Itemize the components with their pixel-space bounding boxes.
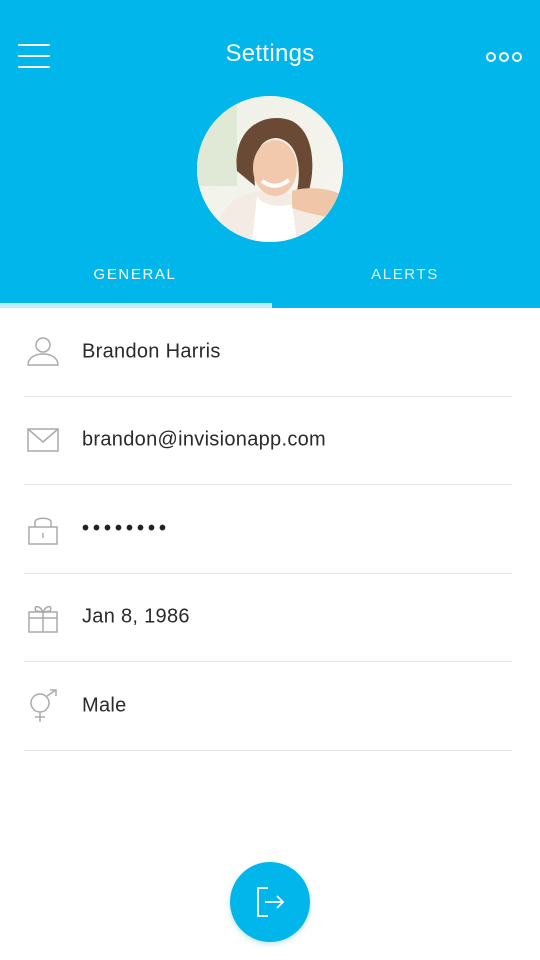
envelope-icon — [27, 428, 59, 452]
user-icon — [27, 337, 59, 366]
tab-general[interactable]: GENERAL — [0, 252, 270, 308]
logout-icon — [257, 887, 285, 917]
birthday-value: Jan 8, 1986 — [82, 605, 190, 628]
tab-bar: GENERAL ALERTS — [0, 252, 540, 308]
header: Settings GENERAL ALERTS — [0, 0, 540, 308]
more-options-icon — [486, 52, 496, 62]
lock-icon — [28, 517, 58, 545]
more-options-icon — [499, 52, 509, 62]
page-title: Settings — [225, 40, 315, 67]
avatar[interactable] — [197, 96, 343, 242]
gender-icon — [30, 689, 57, 722]
birthday-field[interactable]: Jan 8, 1986 — [24, 574, 512, 662]
more-options-icon — [512, 52, 522, 62]
logout-button[interactable] — [230, 862, 310, 942]
password-value: •••••••• — [82, 517, 171, 540]
avatar-photo — [197, 96, 343, 242]
email-field[interactable]: brandon@invisionapp.com — [24, 397, 512, 485]
tab-alerts[interactable]: ALERTS — [270, 252, 540, 308]
settings-list: Brandon Harris brandon@invisionapp.com •… — [24, 308, 512, 751]
password-field[interactable]: •••••••• — [24, 485, 512, 574]
gender-field[interactable]: Male — [24, 662, 512, 751]
name-value: Brandon Harris — [82, 340, 221, 363]
gender-value: Male — [82, 694, 127, 717]
more-options-button[interactable] — [486, 50, 522, 64]
email-value: brandon@invisionapp.com — [82, 428, 327, 451]
name-field[interactable]: Brandon Harris — [24, 308, 512, 397]
gift-icon — [28, 606, 58, 633]
